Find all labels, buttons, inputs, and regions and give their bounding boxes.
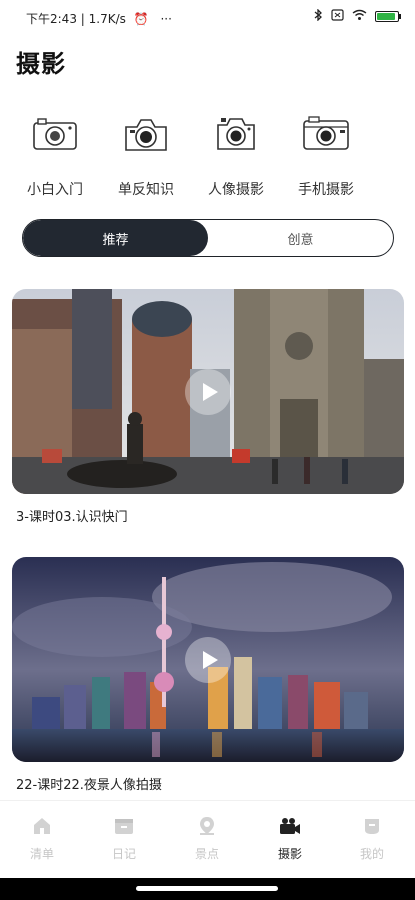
category-label: 小白入门	[27, 182, 83, 198]
video-title: 3-课时03.认识快门	[16, 510, 128, 525]
wifi-icon	[352, 9, 367, 24]
nav-diary[interactable]: 日记	[94, 813, 154, 862]
nav-label: 我的	[359, 847, 384, 861]
tab-creative[interactable]: 创意	[208, 220, 393, 256]
content-tabs: 推荐 创意	[22, 219, 394, 257]
play-button[interactable]	[185, 368, 231, 415]
video-camera-icon	[280, 818, 300, 834]
status-bar: 下午2:43 | 1.7K/s ⏰ ···	[0, 0, 415, 34]
nav-label: 景点	[194, 847, 219, 861]
home-icon	[34, 818, 50, 834]
nav-mine[interactable]: 我的	[342, 813, 402, 862]
diary-icon	[115, 819, 133, 834]
nav-photography[interactable]: 摄影	[260, 813, 320, 862]
tab-recommend[interactable]: 推荐	[23, 220, 208, 256]
sim-icon	[331, 9, 344, 24]
location-icon	[200, 817, 214, 835]
video-card[interactable]: 22-课时22.夜景人像拍摄	[12, 557, 404, 793]
category-portrait[interactable]: 人像摄影	[191, 108, 281, 199]
status-right	[313, 8, 401, 24]
category-label: 手机摄影	[298, 182, 354, 198]
alarm-icon: ⏰	[133, 12, 149, 26]
bluetooth-icon	[313, 8, 323, 24]
home-indicator-bar	[0, 878, 415, 900]
play-button[interactable]	[185, 636, 231, 683]
category-phone[interactable]: 手机摄影	[281, 108, 371, 199]
bottom-navigation: 清单 日记 景点 摄影 我的	[0, 800, 415, 878]
status-left: 下午2:43 | 1.7K/s ⏰ ···	[26, 10, 172, 27]
nav-list[interactable]: 清单	[12, 813, 72, 862]
nav-label: 摄影	[277, 847, 302, 861]
profile-icon	[365, 819, 379, 834]
category-label: 单反知识	[118, 182, 174, 198]
status-dots: ···	[160, 12, 172, 26]
video-thumbnail[interactable]	[12, 557, 404, 762]
battery-icon	[375, 11, 401, 22]
portrait-camera-icon	[217, 118, 255, 150]
status-time-speed: 下午2:43 | 1.7K/s	[26, 12, 126, 26]
category-beginner[interactable]: 小白入门	[10, 108, 100, 199]
category-dslr[interactable]: 单反知识	[101, 108, 191, 199]
category-row: 小白入门 单反知识 人像摄影 手机摄影	[0, 108, 415, 200]
nav-spots[interactable]: 景点	[177, 813, 237, 862]
instant-camera-icon	[303, 116, 349, 150]
category-label: 人像摄影	[208, 182, 264, 198]
video-card[interactable]: 3-课时03.认识快门	[12, 289, 404, 525]
nav-label: 清单	[29, 847, 54, 861]
video-title: 22-课时22.夜景人像拍摄	[16, 778, 162, 793]
dslr-camera-icon	[125, 119, 167, 151]
nav-label: 日记	[111, 847, 136, 861]
home-indicator[interactable]	[136, 886, 278, 891]
video-thumbnail[interactable]	[12, 289, 404, 494]
camera-outline-icon	[33, 118, 77, 150]
page-title: 摄影	[16, 50, 66, 78]
